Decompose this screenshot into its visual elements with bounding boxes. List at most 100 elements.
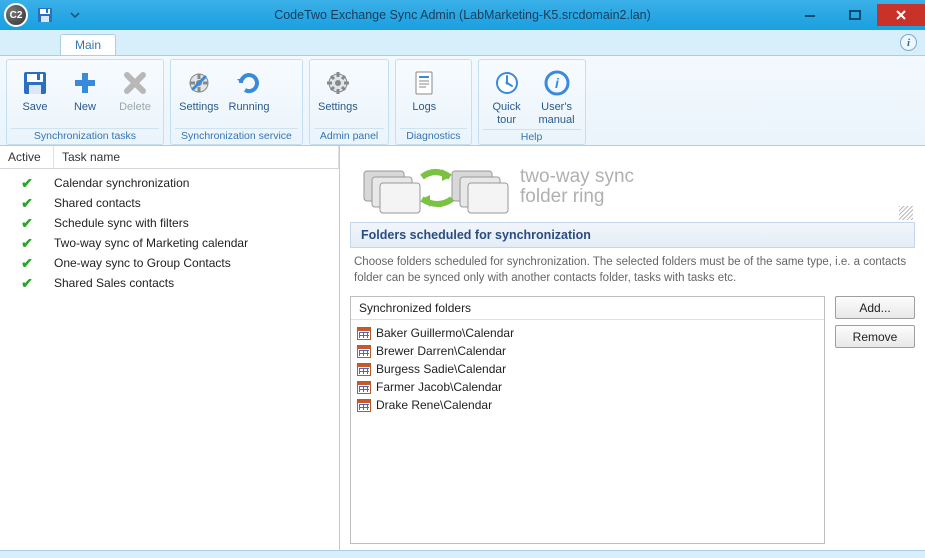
- banner-line2: folder ring: [520, 187, 634, 207]
- title-bar: C2 CodeTwo Exchange Sync Admin (LabMarke…: [0, 0, 925, 30]
- svc-settings-icon: [183, 67, 215, 99]
- manual-icon: i: [541, 67, 573, 99]
- banner-line1: two-way sync: [520, 167, 634, 187]
- running-icon: [233, 67, 265, 99]
- task-name: Schedule sync with filters: [54, 216, 189, 230]
- calendar-icon: [357, 327, 371, 340]
- remove-button[interactable]: Remove: [835, 325, 915, 348]
- add-button[interactable]: Add...: [835, 296, 915, 319]
- task-list: Active Task name ✔Calendar synchronizati…: [0, 146, 340, 550]
- ribbon-group: Settings Admin panel: [309, 59, 389, 145]
- chevron-down-icon: [70, 10, 80, 20]
- close-button[interactable]: [877, 4, 925, 26]
- ribbon-group-label: Help: [483, 129, 581, 145]
- ribbon-tab-row: Main i: [0, 30, 925, 56]
- ribbon-button-label: Save: [22, 101, 47, 114]
- logs-icon: [408, 67, 440, 99]
- folder-row[interactable]: Baker Guillermo\Calendar: [357, 324, 818, 342]
- active-check-icon: ✔: [0, 235, 54, 252]
- task-row[interactable]: ✔Schedule sync with filters: [0, 213, 339, 233]
- ribbon-group: Logs Diagnostics: [395, 59, 471, 145]
- task-row[interactable]: ✔Two-way sync of Marketing calendar: [0, 233, 339, 253]
- delete-button: Delete: [111, 62, 159, 126]
- task-name: Calendar synchronization: [54, 176, 189, 190]
- folder-path: Brewer Darren\Calendar: [376, 344, 506, 358]
- details-pane: two-way sync folder ring Folders schedul…: [340, 146, 925, 550]
- running-button[interactable]: Running: [225, 62, 273, 126]
- folders-list-header: Synchronized folders: [351, 297, 824, 320]
- resize-grip[interactable]: [899, 206, 913, 220]
- task-row[interactable]: ✔One-way sync to Group Contacts: [0, 253, 339, 273]
- ribbon-group: Save New Delete Synchronization tasks: [6, 59, 164, 145]
- floppy-icon: [36, 6, 54, 24]
- task-name: Two-way sync of Marketing calendar: [54, 236, 248, 250]
- col-active[interactable]: Active: [0, 146, 54, 168]
- minimize-button[interactable]: [787, 4, 832, 26]
- ribbon-button-label: Logs: [412, 101, 436, 114]
- task-name: Shared contacts: [54, 196, 141, 210]
- manual-button[interactable]: i User's manual: [533, 62, 581, 127]
- ribbon-group-label: Admin panel: [314, 128, 384, 144]
- active-check-icon: ✔: [0, 175, 54, 192]
- ribbon-group-label: Diagnostics: [400, 128, 466, 144]
- folder-row[interactable]: Farmer Jacob\Calendar: [357, 378, 818, 396]
- folder-path: Burgess Sadie\Calendar: [376, 362, 506, 376]
- ribbon-group-label: Synchronization service: [175, 128, 298, 144]
- ribbon-button-label: New: [74, 101, 96, 114]
- task-name: Shared Sales contacts: [54, 276, 174, 290]
- info-button[interactable]: i: [900, 34, 917, 51]
- active-check-icon: ✔: [0, 215, 54, 232]
- active-check-icon: ✔: [0, 255, 54, 272]
- ribbon-button-label: Delete: [119, 101, 151, 114]
- ribbon-button-label: Settings: [179, 101, 219, 114]
- qat-dropdown[interactable]: [62, 3, 88, 27]
- ribbon-button-label: Running: [229, 101, 270, 114]
- ribbon-group: Quick tour i User's manual Help: [478, 59, 586, 145]
- sync-illustration: [360, 157, 510, 217]
- folder-row[interactable]: Burgess Sadie\Calendar: [357, 360, 818, 378]
- ribbon-group-label: Synchronization tasks: [11, 128, 159, 144]
- task-list-header: Active Task name: [0, 146, 339, 169]
- save-icon: [19, 67, 51, 99]
- qat-save[interactable]: [32, 3, 58, 27]
- section-title: Folders scheduled for synchronization: [350, 222, 915, 248]
- adm-settings-icon: [322, 67, 354, 99]
- task-name: One-way sync to Group Contacts: [54, 256, 231, 270]
- col-task-name[interactable]: Task name: [54, 146, 339, 168]
- synchronized-folders-list[interactable]: Synchronized folders Baker Guillermo\Cal…: [350, 296, 825, 544]
- ribbon-button-label: Quick tour: [492, 101, 520, 126]
- banner: two-way sync folder ring: [350, 152, 915, 222]
- logs-button[interactable]: Logs: [400, 62, 448, 126]
- task-row[interactable]: ✔Shared Sales contacts: [0, 273, 339, 293]
- new-button[interactable]: New: [61, 62, 109, 126]
- folder-row[interactable]: Brewer Darren\Calendar: [357, 342, 818, 360]
- section-description: Choose folders scheduled for synchroniza…: [350, 248, 915, 296]
- quick-tour-icon: [491, 67, 523, 99]
- window-title: CodeTwo Exchange Sync Admin (LabMarketin…: [274, 8, 651, 22]
- new-icon: [69, 67, 101, 99]
- folder-row[interactable]: Drake Rene\Calendar: [357, 396, 818, 414]
- task-row[interactable]: ✔Shared contacts: [0, 193, 339, 213]
- task-row[interactable]: ✔Calendar synchronization: [0, 173, 339, 193]
- banner-text: two-way sync folder ring: [520, 167, 634, 207]
- save-button[interactable]: Save: [11, 62, 59, 126]
- quick-tour-button[interactable]: Quick tour: [483, 62, 531, 127]
- svg-text:i: i: [555, 75, 560, 91]
- folder-path: Drake Rene\Calendar: [376, 398, 492, 412]
- calendar-icon: [357, 363, 371, 376]
- adm-settings-button[interactable]: Settings: [314, 62, 362, 126]
- calendar-icon: [357, 381, 371, 394]
- folder-path: Farmer Jacob\Calendar: [376, 380, 502, 394]
- tab-main[interactable]: Main: [60, 34, 116, 55]
- ribbon-group: Settings Running Synchronization service: [170, 59, 303, 145]
- maximize-button[interactable]: [832, 4, 877, 26]
- ribbon: Save New Delete Synchronization tasks Settin…: [0, 56, 925, 146]
- active-check-icon: ✔: [0, 195, 54, 212]
- svc-settings-button[interactable]: Settings: [175, 62, 223, 126]
- ribbon-button-label: Settings: [318, 101, 358, 114]
- ribbon-button-label: User's manual: [539, 101, 575, 126]
- status-bar: [0, 550, 925, 558]
- active-check-icon: ✔: [0, 275, 54, 292]
- calendar-icon: [357, 345, 371, 358]
- app-logo: C2: [4, 3, 28, 27]
